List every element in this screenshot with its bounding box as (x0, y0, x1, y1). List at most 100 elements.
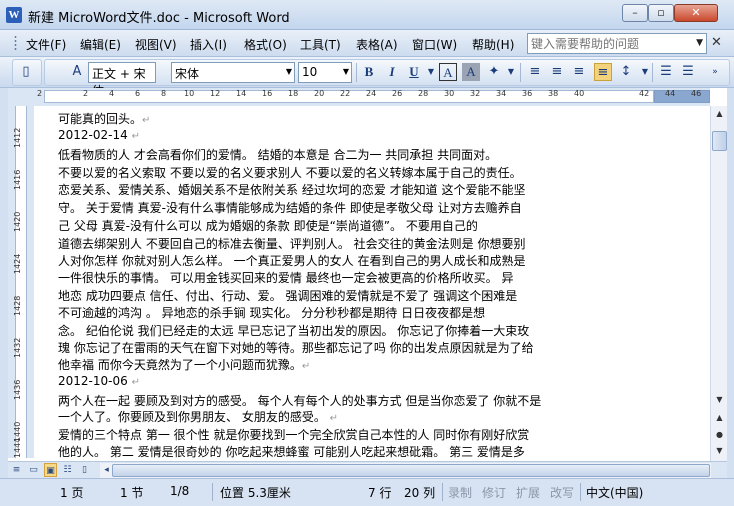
window-frame-right (727, 88, 734, 478)
character-border-button[interactable]: A (439, 63, 457, 81)
text-line[interactable]: 守。 关于爱情 真爱-没有什么事情能够成为结婚的条件 即使是孝敬父母 让对方去赡… (58, 199, 522, 216)
font-combo[interactable]: 宋体 ▼ (171, 62, 295, 83)
horizontal-scroll-thumb[interactable] (112, 464, 710, 477)
styles-pane-icon[interactable]: A (68, 63, 86, 81)
ruler-tick: 16 (262, 89, 273, 98)
document-page[interactable]: 可能真的回头。↵ 2012-02-14 ↵ 低看物质的人 才会高看你们的爱情。 … (34, 106, 710, 458)
menu-edit[interactable]: 编辑(E) (80, 36, 121, 53)
scroll-up-icon[interactable]: ▲ (712, 106, 727, 122)
text-line[interactable]: 低看物质的人 才会高看你们的爱情。 结婚的本意是 合二为一 共同承担 共同面对。 (58, 146, 497, 163)
text-line[interactable]: 一个人了。你要顾及到你男朋友、 女朋友的感受。 ↵ (58, 408, 338, 425)
text-line[interactable]: 他的人。 第二 爱情是很奇妙的 你吃起来想蜂蜜 可能别人吃起来想砒霜。 第三 爱… (58, 443, 525, 458)
line-spacing-icon[interactable]: ↕ (617, 63, 635, 81)
help-question-input[interactable] (528, 34, 688, 53)
underline-button[interactable]: U (405, 63, 423, 81)
menu-window[interactable]: 窗口(W) (412, 36, 457, 53)
text-line[interactable]: 恋爱关系、爱情关系、婚姻关系不是依附关系 经过坎坷的恋爱 才能知道 这个爱能不能… (58, 181, 525, 198)
ruler-tick: 34 (496, 89, 507, 98)
text-line[interactable]: 可能真的回头。↵ (58, 110, 150, 127)
toolbar-options-icon[interactable]: » (706, 63, 724, 81)
tab-selector[interactable] (8, 88, 34, 106)
bullets-icon[interactable]: ☰ (679, 63, 697, 81)
justify-icon[interactable]: ≡ (594, 63, 612, 81)
menu-tools[interactable]: 工具(T) (300, 36, 341, 53)
vertical-ruler-tick: 1420 (13, 211, 22, 232)
previous-page-icon[interactable]: ▲ (712, 410, 727, 426)
menu-file[interactable]: 文件(F) (26, 36, 66, 53)
vertical-ruler-tick: 1436 (13, 379, 22, 400)
window-title: 新建 MicroWord文件.doc - Microsoft Word (28, 11, 290, 26)
text-line[interactable]: 地恋 成功四要点 信任、付出、行动、爱。 强调困难的爱情就是不爱了 强调这个困难… (58, 287, 517, 304)
vertical-ruler-tick: 1424 (13, 253, 22, 274)
web-layout-view-icon[interactable]: ▭ (27, 463, 40, 477)
text-line[interactable]: 爱情的三个特点 第一 很个性 就是你要找到一个完全欣赏自己本性的人 同时你有刚好… (58, 426, 529, 443)
horizontal-ruler[interactable]: 2 2 4 6 8 10 12 14 16 18 20 22 24 26 28 … (34, 88, 710, 106)
bold-button[interactable]: B (360, 63, 378, 81)
menu-help[interactable]: 帮助(H) (472, 36, 514, 53)
text-line[interactable]: 念。 纪伯伦说 我们已经走的太远 早已忘记了当初出发的原因。 你忘记了你捧着一大… (58, 322, 529, 339)
align-center-icon[interactable]: ≡ (548, 63, 566, 81)
text-line[interactable]: 己 父母 真爱-没有什么可以 成为婚姻的条款 即使是“崇尚道德”。 不要用自己的 (58, 217, 478, 234)
align-left-icon[interactable]: ≡ (526, 63, 544, 81)
new-document-icon[interactable]: ▯ (17, 63, 35, 81)
character-shading-button[interactable]: A (462, 63, 480, 81)
vertical-ruler-text-area (15, 106, 27, 458)
menu-grip-handle[interactable] (14, 35, 17, 51)
menu-table[interactable]: 表格(A) (356, 36, 398, 53)
vertical-ruler-tick: 1412 (13, 127, 22, 148)
text-line[interactable]: 两个人在一起 要顾及到对方的感受。 每个人有每个人的处事方式 但是当你恋爱了 你… (58, 392, 541, 409)
text-line[interactable]: 瑰 你忘记了在雷雨的天气在窗下对她的等待。那些都忘记了吗 你的出发点原因就是为了… (58, 339, 534, 356)
chevron-down-icon[interactable]: ▼ (502, 63, 520, 81)
scroll-down-icon[interactable]: ▼ (712, 392, 727, 408)
horizontal-scrollbar[interactable]: ◂ (100, 463, 711, 478)
italic-button[interactable]: I (383, 63, 401, 81)
chevron-down-icon[interactable]: ▼ (696, 38, 703, 48)
chevron-down-icon[interactable]: ▼ (422, 63, 440, 81)
font-size-combo[interactable]: 10 ▼ (298, 62, 352, 83)
reading-layout-view-icon[interactable]: ▯ (78, 463, 91, 477)
print-layout-view-icon[interactable]: ▣ (44, 463, 57, 477)
status-extend[interactable]: 扩展 (516, 484, 540, 501)
status-separator (212, 483, 213, 501)
outline-view-icon[interactable]: ☷ (61, 463, 74, 477)
menu-format[interactable]: 格式(O) (244, 36, 287, 53)
menu-view[interactable]: 视图(V) (135, 36, 177, 53)
text-line[interactable]: 一件很快乐的事情。 可以用金钱买回来的爱情 最终也一定会被更高的价格所收买。 异 (58, 269, 513, 286)
close-document-icon[interactable]: ✕ (711, 35, 722, 50)
next-page-icon[interactable]: ▼ (712, 443, 727, 459)
style-combo[interactable]: 正文 + 宋体 (88, 62, 156, 98)
vertical-ruler[interactable]: 1412 1416 1420 1424 1428 1432 1436 1440 … (8, 106, 34, 458)
ruler-tick: 6 (135, 89, 141, 98)
scroll-thumb[interactable] (712, 131, 727, 151)
status-overtype[interactable]: 改写 (550, 484, 574, 501)
paragraph-mark-icon: ↵ (329, 413, 339, 424)
select-browse-object-icon[interactable]: ● (712, 427, 727, 443)
minimize-button[interactable]: – (622, 4, 648, 22)
ruler-tick: 18 (288, 89, 299, 98)
chevron-down-icon[interactable]: ▼ (343, 67, 349, 76)
menu-insert[interactable]: 插入(I) (190, 36, 227, 53)
status-record[interactable]: 录制 (448, 484, 472, 501)
word-app-icon[interactable]: W (6, 7, 22, 23)
normal-view-icon[interactable]: ≡ (10, 463, 23, 477)
help-question-box[interactable]: ▼ (527, 33, 707, 54)
text-line[interactable]: 他幸福 而你今天竟然为了一个小问题而犹豫。↵ (58, 356, 310, 373)
text-line[interactable]: 2012-10-06 ↵ (58, 374, 140, 388)
text-line[interactable]: 不要以爱的名义索取 不要以爱的名义要求别人 不要以爱的名义转嫁本属于自己的责任。 (58, 164, 522, 181)
numbering-icon[interactable]: ☰ (657, 63, 675, 81)
chevron-down-icon[interactable]: ▼ (286, 67, 292, 76)
text-effects-icon[interactable]: ✦ (485, 63, 503, 81)
text-line[interactable]: 2012-02-14 ↵ (58, 128, 140, 142)
text-line[interactable]: 道德去绑架别人 不要回自己的标准去衡量、评判别人。 社会交往的黄金法则是 你想要… (58, 235, 525, 252)
text-line[interactable]: 不可逾越的鸿沟 。 异地恋的杀手锏 现实化。 分分秒秒都是期待 日日夜夜都是想 (58, 304, 485, 321)
close-button[interactable]: ✕ (674, 4, 718, 22)
font-size-value: 10 (302, 65, 318, 79)
align-right-icon[interactable]: ≡ (570, 63, 588, 81)
vertical-scrollbar[interactable]: ▲ ▼ ▲ ● ▼ (710, 106, 727, 461)
ruler-tick: 30 (444, 89, 455, 98)
text-line[interactable]: 人对你怎样 你就对别人怎么样。 一个真正爱男人的女人 在看到自己的男人成长和成熟… (58, 252, 525, 269)
status-track-changes[interactable]: 修订 (482, 484, 506, 501)
maximize-button[interactable]: ▫ (648, 4, 674, 22)
ruler-tick: 26 (392, 89, 403, 98)
status-page: 1 页 (60, 486, 84, 500)
